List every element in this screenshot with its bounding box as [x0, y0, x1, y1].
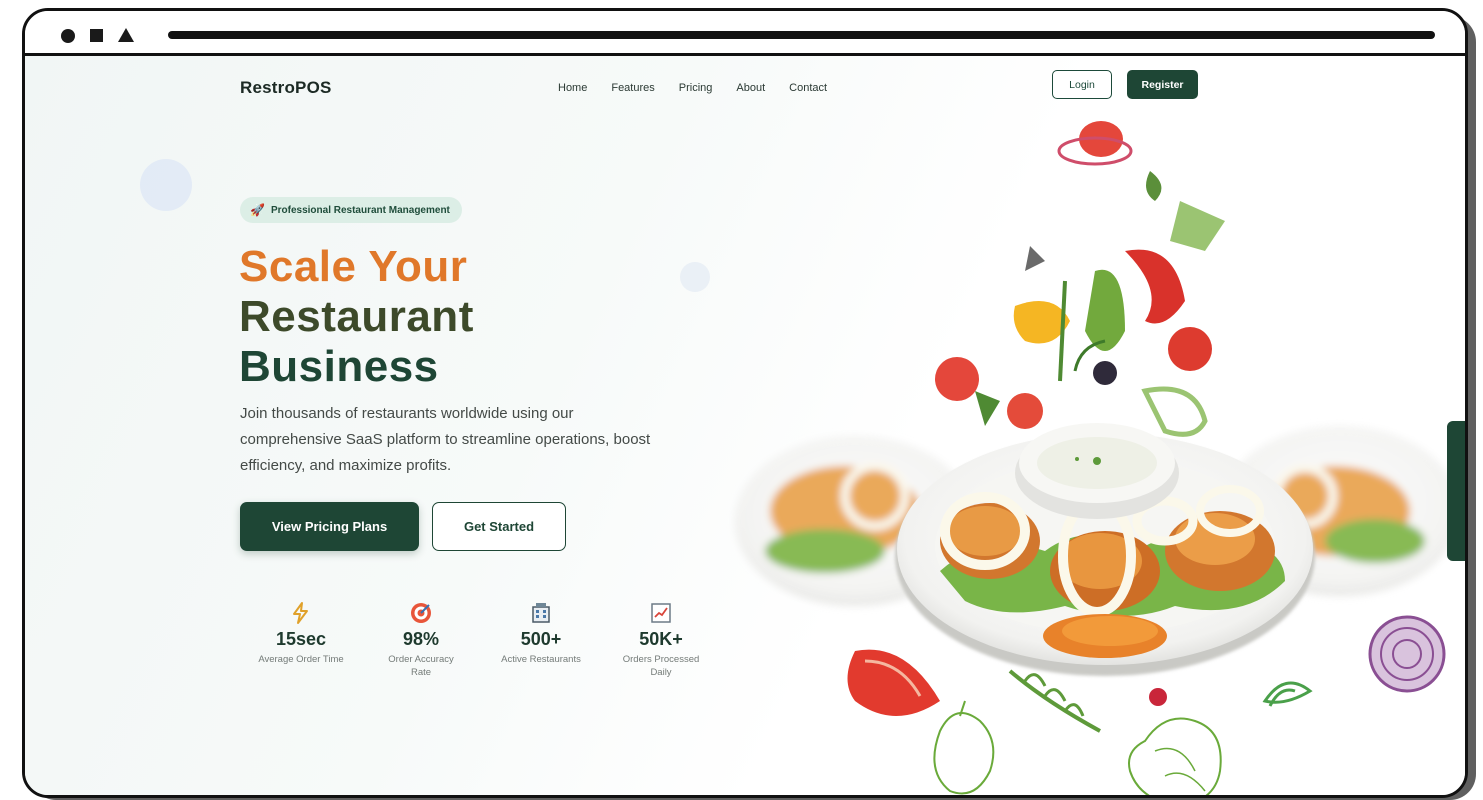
- main-nav: Home Features Pricing About Contact: [558, 82, 827, 94]
- decorative-blob: [680, 262, 710, 292]
- stat-item: 50K+ Orders Processed Daily: [601, 601, 721, 679]
- stats-row: 15sec Average Order Time 98% Order Accur…: [241, 601, 721, 679]
- browser-titlebar: [25, 11, 1465, 56]
- address-bar[interactable]: [168, 31, 1435, 39]
- circle-control-icon[interactable]: [61, 29, 75, 43]
- stat-value: 50K+: [639, 629, 683, 649]
- triangle-control-icon[interactable]: [118, 28, 134, 42]
- chart-icon: [649, 601, 673, 627]
- page-viewport: RestroPOS Home Features Pricing About Co…: [25, 56, 1465, 795]
- food-illustration: [735, 121, 1460, 795]
- hero-badge: 🚀 Professional Restaurant Management: [240, 197, 462, 223]
- stat-item: 98% Order Accuracy Rate: [361, 601, 481, 679]
- brand-logo[interactable]: RestroPOS: [240, 78, 332, 98]
- square-control-icon[interactable]: [90, 29, 103, 42]
- hero-title: Scale Your Restaurant Business: [239, 242, 474, 392]
- register-button[interactable]: Register: [1127, 70, 1198, 99]
- hero-description: Join thousands of restaurants worldwide …: [240, 405, 651, 474]
- stat-label: Orders Processed Daily: [622, 654, 700, 678]
- stat-label: Active Restaurants: [501, 654, 581, 665]
- nav-link-contact[interactable]: Contact: [789, 82, 827, 94]
- nav-link-home[interactable]: Home: [558, 82, 587, 94]
- hero-badge-label: Professional Restaurant Management: [270, 204, 450, 216]
- get-started-button[interactable]: Get Started: [432, 502, 566, 551]
- stat-value: 500+: [520, 629, 562, 649]
- stat-item: 500+ Active Restaurants: [481, 601, 601, 679]
- hero-title-line1: Scale Your: [239, 242, 468, 291]
- stat-item: 15sec Average Order Time: [241, 601, 361, 679]
- hero-title-line2: Restaurant: [239, 292, 474, 341]
- nav-link-features[interactable]: Features: [611, 82, 654, 94]
- login-button[interactable]: Login: [1052, 70, 1112, 99]
- rocket-icon: 🚀: [250, 203, 265, 217]
- side-tab[interactable]: [1447, 421, 1465, 561]
- view-pricing-plans-button[interactable]: View Pricing Plans: [240, 502, 419, 551]
- stat-label: Order Accuracy Rate: [388, 654, 454, 678]
- stat-label: Average Order Time: [258, 654, 344, 665]
- lightning-icon: [290, 601, 312, 627]
- browser-window: RestroPOS Home Features Pricing About Co…: [22, 8, 1468, 798]
- building-icon: [529, 601, 553, 627]
- target-icon: [409, 601, 433, 627]
- hero-title-line3: Business: [239, 342, 439, 391]
- nav-link-pricing[interactable]: Pricing: [679, 82, 713, 94]
- decorative-blob: [140, 159, 192, 211]
- nav-link-about[interactable]: About: [736, 82, 765, 94]
- stat-value: 15sec: [275, 629, 327, 649]
- stat-value: 98%: [402, 629, 440, 649]
